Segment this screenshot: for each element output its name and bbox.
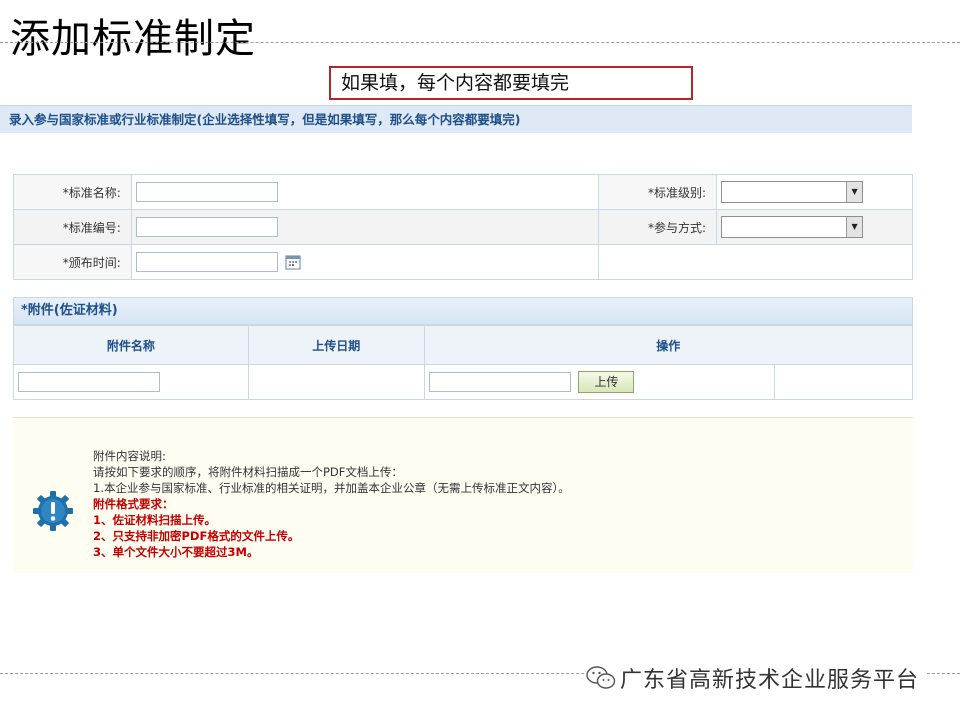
standard-form: *标准名称: *标准级别: ▼ *标准编号: *参与方式: ▼ *颁布时间: — [13, 174, 913, 280]
form-row: *颁布时间: — [13, 244, 913, 280]
std-number-cell — [130, 209, 600, 245]
chevron-down-icon[interactable]: ▼ — [846, 182, 863, 202]
brand-name: 广东省高新技术企业服务平台 — [620, 668, 920, 693]
calendar-icon[interactable] — [285, 254, 301, 270]
publish-time-cell — [130, 244, 600, 280]
participation-select[interactable]: ▼ — [721, 216, 864, 238]
notice-text: 附件内容说明: 请按如下要求的顺序，将附件材料扫描成一个PDF文档上传： 1.本… — [93, 448, 570, 560]
notice-line: 附件内容说明: — [93, 449, 166, 463]
upload-cell: 上传 — [423, 364, 776, 400]
participation-cell: ▼ — [716, 209, 913, 245]
table-row: 上传 — [13, 364, 913, 400]
std-level-select[interactable]: ▼ — [721, 181, 864, 203]
form-row: *标准名称: *标准级别: ▼ — [13, 174, 913, 210]
empty-cell — [598, 244, 913, 280]
callout-box: 如果填，每个内容都要填完 — [329, 66, 693, 100]
notice-line: 1.本企业参与国家标准、行业标准的相关证明，并加盖本企业公章（无需上传标准正文内… — [93, 481, 570, 495]
std-level-cell: ▼ — [716, 174, 913, 210]
upload-date-cell — [247, 364, 425, 400]
file-path-input[interactable] — [428, 372, 571, 392]
action-cell — [774, 364, 913, 400]
publish-time-input[interactable] — [135, 252, 278, 272]
attachment-name-input[interactable] — [18, 372, 160, 392]
form-row: *标准编号: *参与方式: ▼ — [13, 209, 913, 245]
participation-label: *参与方式: — [598, 209, 718, 245]
wechat-icon — [586, 666, 616, 689]
section-header: 录入参与国家标准或行业标准制定(企业选择性填写，但是如果填写，那么每个内容都要填… — [0, 105, 912, 133]
attachment-name-cell — [13, 364, 249, 400]
attachment-table: 附件名称 上传日期 操作 上传 — [13, 325, 914, 400]
column-header-name: 附件名称 — [13, 325, 249, 365]
format-item: 1、佐证材料扫描上传。 — [93, 513, 217, 527]
slide-title: 添加标准制定 — [10, 16, 256, 62]
column-header-date: 上传日期 — [247, 325, 425, 365]
attachment-header: *附件(佐证材料) — [13, 297, 913, 325]
chevron-down-icon[interactable]: ▼ — [846, 217, 863, 237]
std-number-input[interactable] — [135, 217, 278, 237]
std-name-cell — [130, 174, 600, 210]
top-divider — [0, 42, 960, 43]
upload-button[interactable]: 上传 — [578, 371, 635, 393]
format-item: 2、只支持非加密PDF格式的文件上传。 — [93, 529, 300, 543]
std-level-label: *标准级别: — [598, 174, 718, 210]
std-name-label: *标准名称: — [13, 174, 132, 210]
publish-time-label: *颁布时间: — [13, 244, 132, 280]
info-gear-icon — [33, 491, 73, 531]
format-title: 附件格式要求： — [93, 497, 174, 511]
column-header-action: 操作 — [423, 325, 914, 365]
std-number-label: *标准编号: — [13, 209, 132, 245]
format-item: 3、单个文件大小不要超过3M。 — [93, 545, 259, 559]
notice-line: 请按如下要求的顺序，将附件材料扫描成一个PDF文档上传： — [93, 465, 403, 479]
brand-footer: 广东省高新技术企业服务平台 — [586, 663, 926, 693]
table-header-row: 附件名称 上传日期 操作 — [13, 325, 914, 365]
attachment-notice: 附件内容说明: 请按如下要求的顺序，将附件材料扫描成一个PDF文档上传： 1.本… — [13, 417, 913, 573]
std-name-input[interactable] — [135, 182, 278, 202]
